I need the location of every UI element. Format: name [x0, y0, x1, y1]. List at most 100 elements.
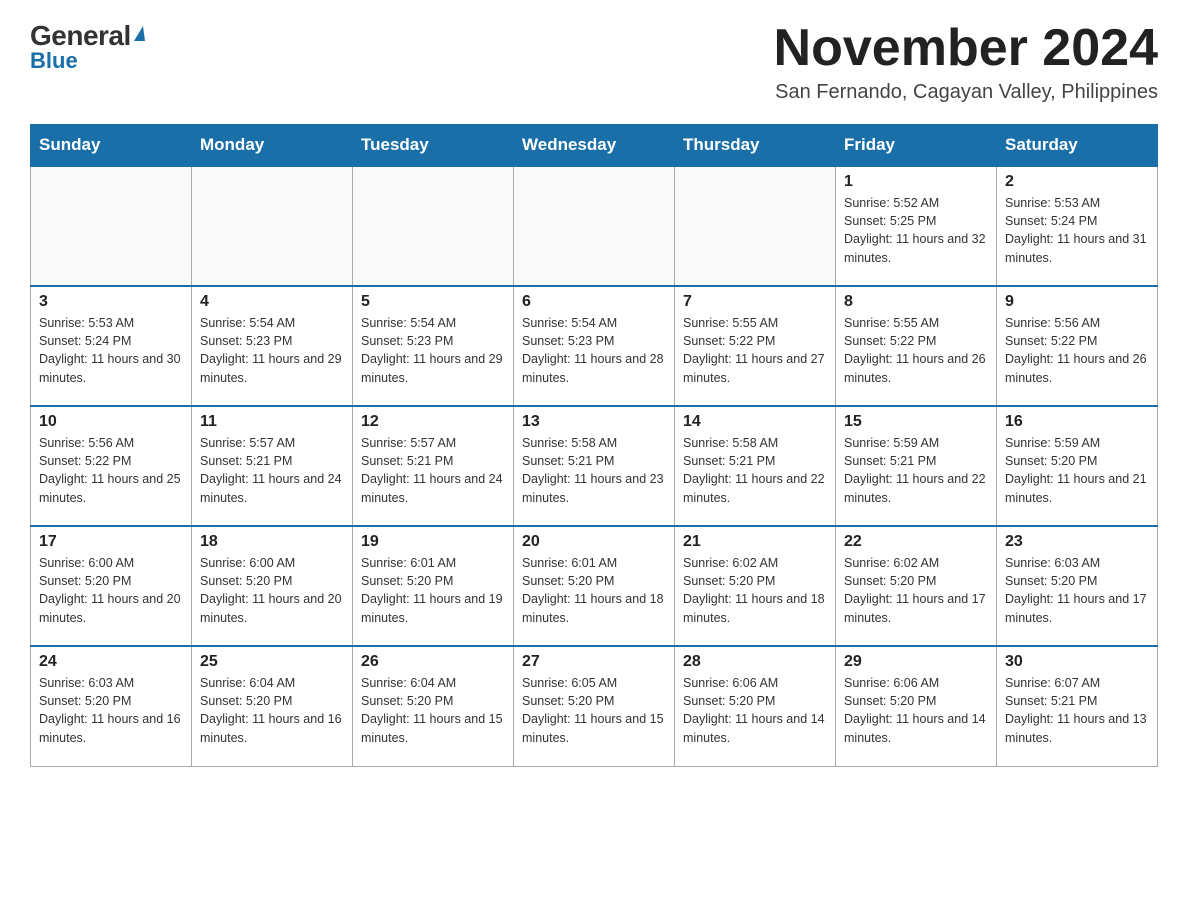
table-row — [514, 166, 675, 286]
day-info: Sunrise: 6:06 AMSunset: 5:20 PMDaylight:… — [683, 674, 827, 747]
day-number: 18 — [200, 533, 344, 551]
location: San Fernando, Cagayan Valley, Philippine… — [774, 81, 1158, 104]
table-row: 22 Sunrise: 6:02 AMSunset: 5:20 PMDayligh… — [836, 526, 997, 646]
day-info: Sunrise: 6:01 AMSunset: 5:20 PMDaylight:… — [522, 554, 666, 627]
day-number: 28 — [683, 653, 827, 671]
day-info: Sunrise: 6:03 AMSunset: 5:20 PMDaylight:… — [1005, 554, 1149, 627]
day-info: Sunrise: 5:53 AMSunset: 5:24 PMDaylight:… — [39, 314, 183, 387]
day-info: Sunrise: 6:01 AMSunset: 5:20 PMDaylight:… — [361, 554, 505, 627]
table-row: 14 Sunrise: 5:58 AMSunset: 5:21 PMDayligh… — [675, 406, 836, 526]
table-row — [192, 166, 353, 286]
day-info: Sunrise: 6:04 AMSunset: 5:20 PMDaylight:… — [361, 674, 505, 747]
day-info: Sunrise: 6:07 AMSunset: 5:21 PMDaylight:… — [1005, 674, 1149, 747]
day-number: 21 — [683, 533, 827, 551]
table-row: 1 Sunrise: 5:52 AMSunset: 5:25 PMDaylight… — [836, 166, 997, 286]
day-info: Sunrise: 5:56 AMSunset: 5:22 PMDaylight:… — [39, 434, 183, 507]
day-info: Sunrise: 6:05 AMSunset: 5:20 PMDaylight:… — [522, 674, 666, 747]
table-row: 17 Sunrise: 6:00 AMSunset: 5:20 PMDayligh… — [31, 526, 192, 646]
logo-blue: Blue — [30, 48, 78, 74]
day-number: 20 — [522, 533, 666, 551]
table-row: 28 Sunrise: 6:06 AMSunset: 5:20 PMDayligh… — [675, 646, 836, 766]
table-row: 18 Sunrise: 6:00 AMSunset: 5:20 PMDayligh… — [192, 526, 353, 646]
day-info: Sunrise: 6:02 AMSunset: 5:20 PMDaylight:… — [844, 554, 988, 627]
day-number: 7 — [683, 293, 827, 311]
table-row: 2 Sunrise: 5:53 AMSunset: 5:24 PMDaylight… — [997, 166, 1158, 286]
table-row: 30 Sunrise: 6:07 AMSunset: 5:21 PMDayligh… — [997, 646, 1158, 766]
day-number: 5 — [361, 293, 505, 311]
table-row — [353, 166, 514, 286]
day-info: Sunrise: 5:59 AMSunset: 5:21 PMDaylight:… — [844, 434, 988, 507]
header-thursday: Thursday — [675, 125, 836, 167]
day-info: Sunrise: 5:59 AMSunset: 5:20 PMDaylight:… — [1005, 434, 1149, 507]
table-row: 11 Sunrise: 5:57 AMSunset: 5:21 PMDayligh… — [192, 406, 353, 526]
calendar-header-row: Sunday Monday Tuesday Wednesday Thursday… — [31, 125, 1158, 167]
day-number: 27 — [522, 653, 666, 671]
day-number: 9 — [1005, 293, 1149, 311]
day-number: 3 — [39, 293, 183, 311]
header-wednesday: Wednesday — [514, 125, 675, 167]
calendar-week-row: 3 Sunrise: 5:53 AMSunset: 5:24 PMDaylight… — [31, 286, 1158, 406]
day-info: Sunrise: 6:00 AMSunset: 5:20 PMDaylight:… — [200, 554, 344, 627]
table-row: 27 Sunrise: 6:05 AMSunset: 5:20 PMDayligh… — [514, 646, 675, 766]
table-row: 16 Sunrise: 5:59 AMSunset: 5:20 PMDayligh… — [997, 406, 1158, 526]
day-number: 11 — [200, 413, 344, 431]
day-info: Sunrise: 6:04 AMSunset: 5:20 PMDaylight:… — [200, 674, 344, 747]
logo: General Blue — [30, 20, 145, 74]
header-sunday: Sunday — [31, 125, 192, 167]
day-info: Sunrise: 5:53 AMSunset: 5:24 PMDaylight:… — [1005, 194, 1149, 267]
day-number: 13 — [522, 413, 666, 431]
table-row: 15 Sunrise: 5:59 AMSunset: 5:21 PMDayligh… — [836, 406, 997, 526]
table-row: 23 Sunrise: 6:03 AMSunset: 5:20 PMDayligh… — [997, 526, 1158, 646]
day-number: 10 — [39, 413, 183, 431]
day-info: Sunrise: 5:55 AMSunset: 5:22 PMDaylight:… — [844, 314, 988, 387]
table-row: 25 Sunrise: 6:04 AMSunset: 5:20 PMDayligh… — [192, 646, 353, 766]
day-number: 17 — [39, 533, 183, 551]
header-friday: Friday — [836, 125, 997, 167]
table-row: 12Sunrise: 5:57 AMSunset: 5:21 PMDayligh… — [353, 406, 514, 526]
table-row: 26 Sunrise: 6:04 AMSunset: 5:20 PMDayligh… — [353, 646, 514, 766]
day-number: 16 — [1005, 413, 1149, 431]
day-info: Sunrise: 5:57 AMSunset: 5:21 PMDaylight:… — [200, 434, 344, 507]
calendar-week-row: 24Sunrise: 6:03 AMSunset: 5:20 PMDayligh… — [31, 646, 1158, 766]
table-row: 13Sunrise: 5:58 AMSunset: 5:21 PMDayligh… — [514, 406, 675, 526]
day-number: 25 — [200, 653, 344, 671]
day-number: 15 — [844, 413, 988, 431]
day-info: Sunrise: 5:54 AMSunset: 5:23 PMDaylight:… — [522, 314, 666, 387]
table-row: 7 Sunrise: 5:55 AMSunset: 5:22 PMDaylight… — [675, 286, 836, 406]
page-header: General Blue November 2024 San Fernando,… — [30, 20, 1158, 104]
day-number: 30 — [1005, 653, 1149, 671]
day-number: 6 — [522, 293, 666, 311]
title-section: November 2024 San Fernando, Cagayan Vall… — [774, 20, 1158, 104]
table-row: 19 Sunrise: 6:01 AMSunset: 5:20 PMDayligh… — [353, 526, 514, 646]
table-row: 3 Sunrise: 5:53 AMSunset: 5:24 PMDaylight… — [31, 286, 192, 406]
table-row: 9Sunrise: 5:56 AMSunset: 5:22 PMDaylight… — [997, 286, 1158, 406]
day-info: Sunrise: 5:54 AMSunset: 5:23 PMDaylight:… — [200, 314, 344, 387]
day-info: Sunrise: 6:00 AMSunset: 5:20 PMDaylight:… — [39, 554, 183, 627]
header-monday: Monday — [192, 125, 353, 167]
day-info: Sunrise: 5:52 AMSunset: 5:25 PMDaylight:… — [844, 194, 988, 267]
day-number: 1 — [844, 173, 988, 191]
table-row — [675, 166, 836, 286]
header-saturday: Saturday — [997, 125, 1158, 167]
day-info: Sunrise: 6:06 AMSunset: 5:20 PMDaylight:… — [844, 674, 988, 747]
day-number: 23 — [1005, 533, 1149, 551]
day-info: Sunrise: 5:54 AMSunset: 5:23 PMDaylight:… — [361, 314, 505, 387]
day-info: Sunrise: 5:55 AMSunset: 5:22 PMDaylight:… — [683, 314, 827, 387]
header-tuesday: Tuesday — [353, 125, 514, 167]
day-number: 14 — [683, 413, 827, 431]
table-row: 21Sunrise: 6:02 AMSunset: 5:20 PMDayligh… — [675, 526, 836, 646]
day-number: 12 — [361, 413, 505, 431]
day-number: 19 — [361, 533, 505, 551]
day-number: 8 — [844, 293, 988, 311]
day-number: 22 — [844, 533, 988, 551]
day-number: 4 — [200, 293, 344, 311]
day-number: 2 — [1005, 173, 1149, 191]
table-row: 24Sunrise: 6:03 AMSunset: 5:20 PMDayligh… — [31, 646, 192, 766]
month-title: November 2024 — [774, 20, 1158, 77]
table-row — [31, 166, 192, 286]
day-number: 29 — [844, 653, 988, 671]
table-row: 4 Sunrise: 5:54 AMSunset: 5:23 PMDaylight… — [192, 286, 353, 406]
day-info: Sunrise: 5:58 AMSunset: 5:21 PMDaylight:… — [683, 434, 827, 507]
day-number: 26 — [361, 653, 505, 671]
day-info: Sunrise: 6:03 AMSunset: 5:20 PMDaylight:… — [39, 674, 183, 747]
